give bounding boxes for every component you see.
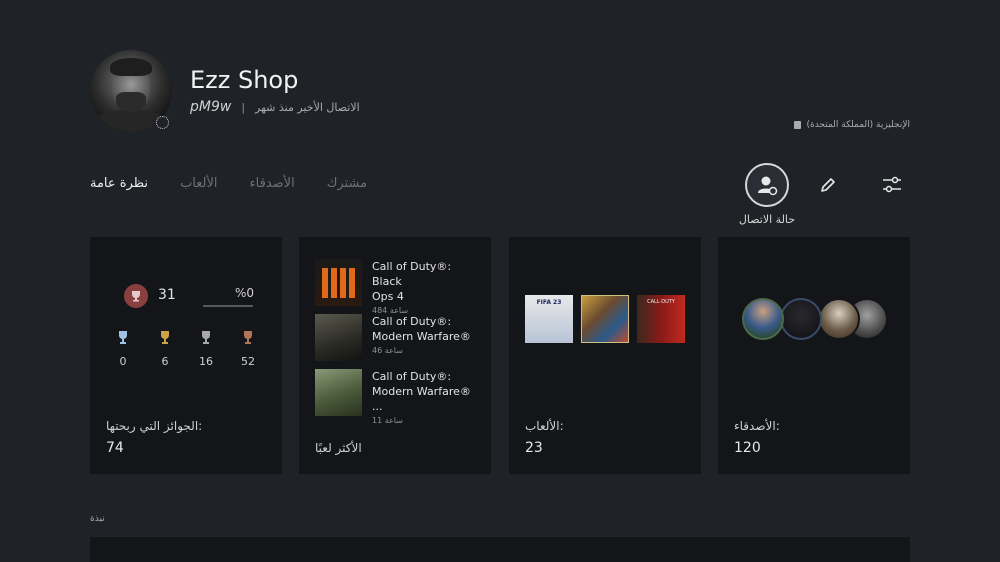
most-played-label: الأكثر لعبًا <box>315 441 362 455</box>
gold-trophy-count: 6 <box>153 330 177 368</box>
online-status-button[interactable] <box>745 163 789 207</box>
gold-count: 6 <box>161 355 169 368</box>
language-region: الإنجليزية (المملكة المتحدة) <box>794 120 910 130</box>
games-card[interactable]: FIFA 23 CALL·DUTY الألعاب: 23 <box>509 237 701 474</box>
friends-card[interactable]: الأصدقاء: 120 <box>718 237 910 474</box>
friend-avatar[interactable] <box>818 298 860 340</box>
game-cover <box>315 314 362 361</box>
game-title-line2: Modern Warfare® <box>372 330 471 343</box>
bio-label: نبذة <box>90 514 105 524</box>
most-played-game[interactable]: Call of Duty®: Modern Warfare® ... 11 سا… <box>315 369 482 425</box>
silver-trophy-count: 16 <box>194 330 218 368</box>
game-thumbnail[interactable] <box>581 295 629 343</box>
platinum-trophy-icon <box>119 331 127 344</box>
profile-subline: pM9w | الاتصال الأخير منذ شهر <box>190 99 360 115</box>
game-title: Call of Duty®: Black <box>372 260 452 288</box>
bio-box <box>90 537 910 562</box>
friends-label: الأصدقاء: <box>734 419 780 433</box>
bronze-trophy-icon <box>244 331 252 344</box>
game-thumb-text: FIFA 23 <box>536 299 562 306</box>
trophy-icon <box>132 291 140 302</box>
profile-username: Ezz Shop <box>190 66 299 94</box>
level-progress-text: %0 <box>235 286 255 300</box>
platinum-count: 0 <box>119 355 127 368</box>
friend-avatar[interactable] <box>780 298 822 340</box>
online-status-label: حالة الاتصال <box>738 213 796 226</box>
game-cover <box>315 369 362 416</box>
last-online-text: الاتصال الأخير منذ شهر <box>255 100 360 114</box>
most-played-card[interactable]: Call of Duty®: Black Ops 4 484 ساعة Call… <box>299 237 491 474</box>
sliders-icon <box>883 176 901 193</box>
pencil-icon <box>821 178 835 192</box>
profile-tabs: نظرة عامة الألعاب الأصدقاء مشترك <box>90 176 367 191</box>
platinum-trophy-count: 0 <box>111 330 135 368</box>
game-title-line2: Ops 4 <box>372 290 404 303</box>
separator: | <box>241 100 246 114</box>
friend-avatar[interactable] <box>742 298 784 340</box>
trophy-level: 31 <box>158 287 176 303</box>
bronze-trophy-count: 52 <box>236 330 260 368</box>
game-title: Call of Duty®: <box>372 315 452 328</box>
settings-button[interactable] <box>877 170 907 200</box>
trophies-card[interactable]: 31 %0 0 6 16 52 الجوائز التي ربحتها: 74 <box>90 237 282 474</box>
bronze-count: 52 <box>241 355 255 368</box>
most-played-game[interactable]: Call of Duty®: Black Ops 4 484 ساعة <box>315 259 482 315</box>
trophies-label: الجوائز التي ربحتها: <box>106 419 203 433</box>
game-cover <box>315 259 362 306</box>
tab-shared[interactable]: مشترك <box>327 176 367 191</box>
game-thumbnail[interactable]: CALL·DUTY <box>637 295 685 343</box>
game-thumb-text: CALL·DUTY <box>647 299 675 305</box>
game-title: Call of Duty®: <box>372 370 452 383</box>
offline-status-icon <box>156 116 169 129</box>
region-text: الإنجليزية (المملكة المتحدة) <box>806 120 910 130</box>
level-progress-bar <box>203 305 253 307</box>
person-status-icon <box>758 176 778 196</box>
tab-friends[interactable]: الأصدقاء <box>250 176 295 191</box>
lock-icon <box>794 121 802 129</box>
tab-overview[interactable]: نظرة عامة <box>90 176 148 191</box>
games-label: الألعاب: <box>525 419 564 433</box>
game-thumbnail[interactable]: FIFA 23 <box>525 295 573 343</box>
game-hours: 11 ساعة <box>372 416 403 425</box>
online-id: pM9w <box>190 99 232 115</box>
gold-trophy-icon <box>161 331 169 344</box>
edit-profile-button[interactable] <box>813 170 843 200</box>
trophy-level-badge <box>124 284 148 308</box>
most-played-game[interactable]: Call of Duty®: Modern Warfare® 46 ساعة <box>315 314 482 361</box>
trophies-total: 74 <box>106 440 124 456</box>
silver-count: 16 <box>199 355 213 368</box>
games-count: 23 <box>525 440 543 456</box>
friends-count: 120 <box>734 440 761 456</box>
silver-trophy-icon <box>202 331 210 344</box>
tab-games[interactable]: الألعاب <box>180 176 217 191</box>
game-title-line2: Modern Warfare® ... <box>372 385 471 413</box>
game-hours: 46 ساعة <box>372 346 403 355</box>
